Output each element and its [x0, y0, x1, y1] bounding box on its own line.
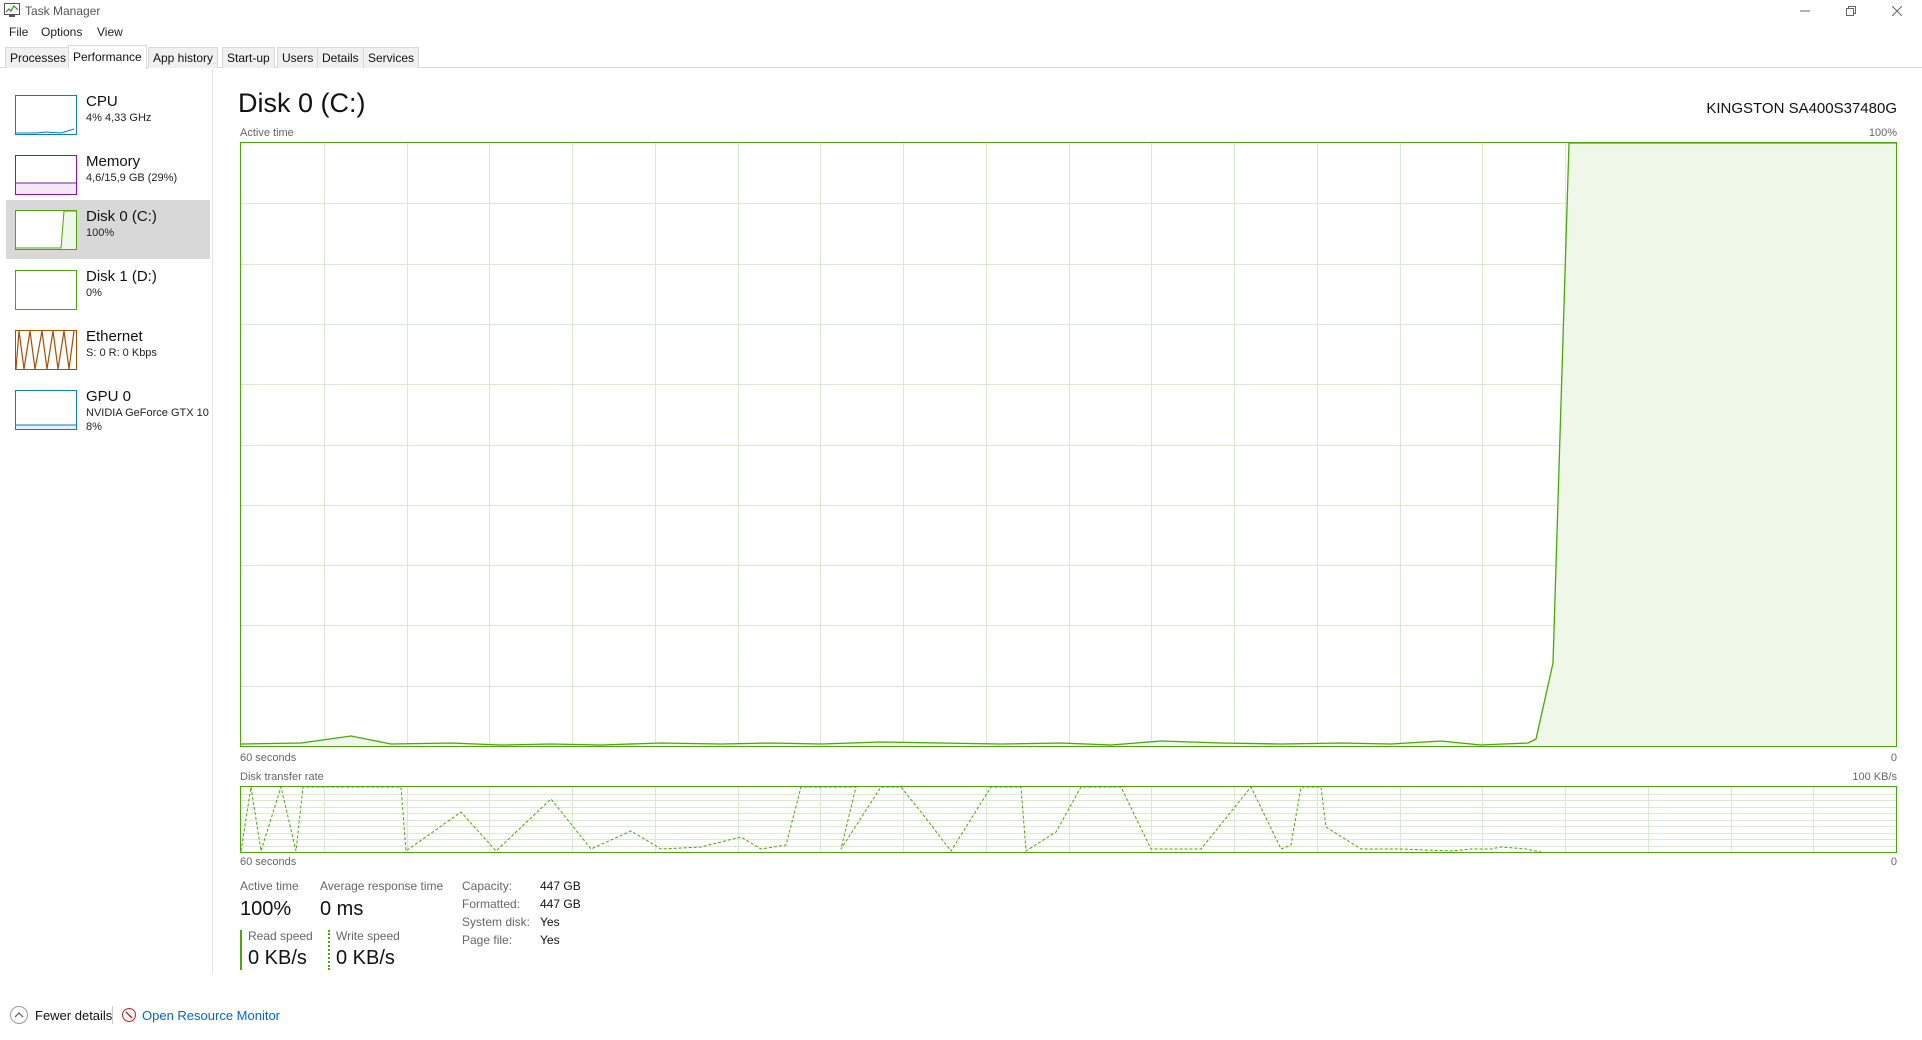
- tab-services[interactable]: Services: [363, 47, 420, 68]
- sidebar-item-value-2: 8%: [86, 421, 102, 433]
- restore-icon: [1846, 6, 1856, 16]
- formatted-label: Formatted:: [462, 897, 521, 911]
- active-time-graph: [241, 143, 1896, 746]
- restore-button[interactable]: [1828, 0, 1874, 22]
- sidebar-item-value: S: 0 R: 0 Kbps: [86, 347, 157, 359]
- sidebar-item-label: Disk 1 (D:): [86, 268, 157, 285]
- close-icon: [1892, 6, 1902, 16]
- capacity-label: Capacity:: [462, 879, 513, 893]
- active-time-stat-value: 100%: [240, 898, 292, 920]
- sidebar-item-value: 100%: [86, 227, 115, 239]
- menu-options[interactable]: Options: [41, 25, 82, 39]
- sidebar-item-value: 4,6/15,9 GB (29%): [86, 172, 178, 184]
- cpu-thumbnail-graph: [15, 95, 77, 135]
- window-title: Task Manager: [25, 4, 101, 18]
- tab-performance[interactable]: Performance: [68, 45, 147, 69]
- open-resource-monitor-link[interactable]: Open Resource Monitor: [142, 1008, 280, 1023]
- avg-response-stat-label: Average response time: [320, 879, 444, 893]
- active-time-chart-max: 100%: [1868, 127, 1897, 139]
- tab-app-history[interactable]: App history: [148, 47, 219, 68]
- transfer-rate-chart-duration: 60 seconds: [240, 856, 297, 868]
- resource-monitor-icon: [121, 1007, 137, 1023]
- page-file-value: Yes: [540, 933, 560, 947]
- sidebar-item-label: CPU: [86, 93, 118, 110]
- write-speed-line: [241, 787, 1542, 852]
- avg-response-stat-value: 0 ms: [320, 898, 364, 920]
- sidebar-item-cpu[interactable]: CPU 4% 4,33 GHz: [6, 85, 210, 144]
- sidebar-item-label: Ethernet: [86, 328, 143, 345]
- tab-details[interactable]: Details: [317, 47, 364, 68]
- tab-processes[interactable]: Processes: [5, 47, 72, 68]
- transfer-rate-graph: [241, 787, 1896, 852]
- sidebar-item-label: Disk 0 (C:): [86, 208, 157, 225]
- system-disk-label: System disk:: [462, 915, 531, 929]
- active-time-chart-min: 0: [1890, 752, 1897, 764]
- formatted-value: 447 GB: [540, 897, 581, 911]
- read-speed-stat-value: 0 KB/s: [248, 947, 307, 969]
- sidebar-item-disk-1[interactable]: Disk 1 (D:) 0%: [6, 260, 210, 319]
- transfer-rate-chart: [240, 786, 1897, 853]
- sidebar-item-label: GPU 0: [86, 388, 132, 405]
- tab-users[interactable]: Users: [277, 47, 319, 68]
- active-time-chart-label: Active time: [240, 127, 294, 139]
- page-file-label: Page file:: [462, 933, 513, 947]
- read-speed-legend-line: [240, 930, 242, 970]
- task-manager-icon: [4, 3, 20, 17]
- sidebar-item-value: NVIDIA GeForce GTX 10: [86, 407, 209, 419]
- active-time-chart-duration: 60 seconds: [240, 752, 297, 764]
- transfer-rate-chart-min: 0: [1890, 856, 1897, 868]
- footer-bar: Fewer details Open Resource Monitor: [0, 1000, 1922, 1034]
- sidebar-item-disk-0[interactable]: Disk 0 (C:) 100%: [6, 200, 210, 259]
- sidebar-item-ethernet[interactable]: Ethernet S: 0 R: 0 Kbps: [6, 320, 210, 379]
- memory-thumbnail-graph: [15, 155, 77, 195]
- footer-divider: [112, 1006, 113, 1024]
- ethernet-thumbnail-graph: [15, 330, 77, 370]
- sidebar-item-value: 0%: [86, 287, 102, 299]
- capacity-value: 447 GB: [540, 879, 581, 893]
- active-time-chart: [240, 142, 1897, 747]
- transfer-rate-chart-label: Disk transfer rate: [240, 771, 324, 783]
- active-time-stat-label: Active time: [240, 879, 299, 893]
- menu-file[interactable]: File: [9, 25, 28, 39]
- close-button[interactable]: [1874, 0, 1920, 22]
- device-model: KINGSTON SA400S37480G: [1706, 100, 1897, 117]
- write-speed-legend-line: [328, 930, 330, 970]
- sidebar-item-gpu-0[interactable]: GPU 0 NVIDIA GeForce GTX 10 8%: [6, 380, 210, 439]
- transfer-rate-chart-max: 100 KB/s: [1852, 771, 1897, 783]
- sidebar-item-value: 4% 4,33 GHz: [86, 112, 152, 124]
- menu-bar: File Options View: [0, 23, 1922, 43]
- minimize-button[interactable]: [1782, 0, 1828, 22]
- fewer-details-button[interactable]: Fewer details: [35, 1008, 112, 1023]
- tab-bar: Processes Performance App history Start-…: [0, 45, 1922, 69]
- read-speed-stat-label: Read speed: [248, 929, 313, 943]
- minimize-icon: [1800, 10, 1810, 12]
- page-title: Disk 0 (C:): [238, 88, 366, 118]
- resource-sidebar: CPU 4% 4,33 GHz Memory 4,6/15,9 GB (29%)…: [0, 69, 213, 974]
- write-speed-stat-value: 0 KB/s: [336, 947, 395, 969]
- title-bar: Task Manager: [0, 0, 1922, 22]
- write-speed-stat-label: Write speed: [336, 929, 400, 943]
- system-disk-value: Yes: [540, 915, 560, 929]
- sidebar-item-memory[interactable]: Memory 4,6/15,9 GB (29%): [6, 145, 210, 204]
- gpu-thumbnail-graph: [15, 390, 77, 430]
- chevron-up-icon[interactable]: [10, 1006, 28, 1024]
- disk-1-thumbnail-graph: [15, 270, 77, 310]
- tab-start-up[interactable]: Start-up: [222, 47, 275, 68]
- sidebar-item-label: Memory: [86, 153, 141, 170]
- menu-view[interactable]: View: [97, 25, 123, 39]
- disk-0-thumbnail-graph: [15, 210, 77, 250]
